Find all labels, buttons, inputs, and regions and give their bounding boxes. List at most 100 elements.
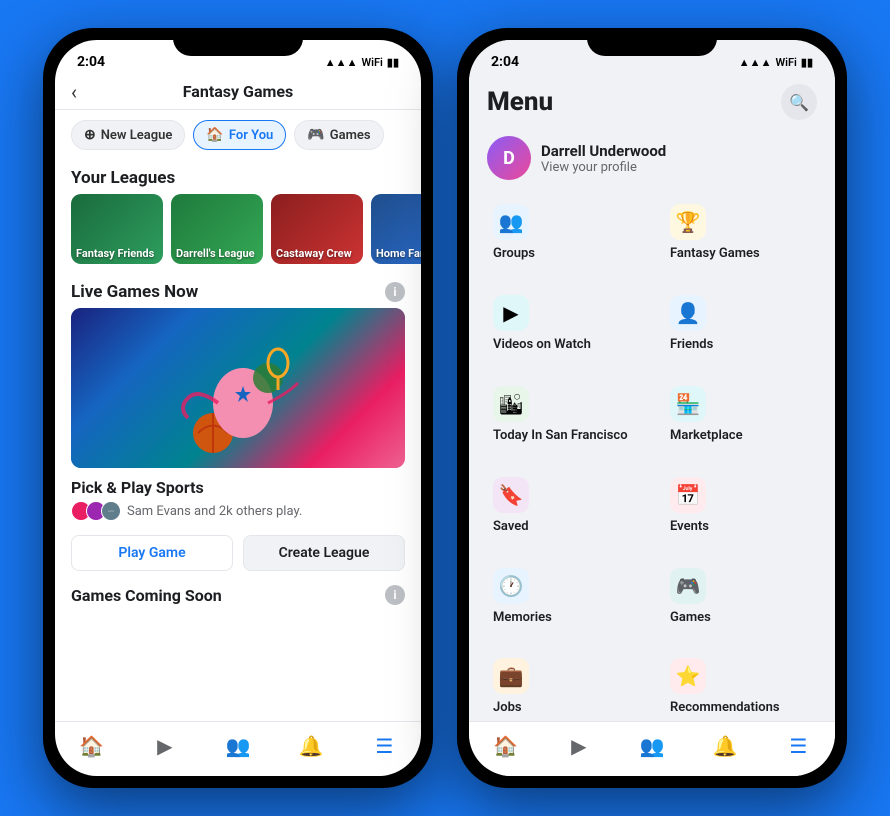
bottom-nav-left: 🏠 ▶ 👥 🔔 ☰: [55, 721, 421, 776]
menu-item-groups[interactable]: 👥 Groups: [479, 192, 648, 275]
status-icons-left: ▲▲▲ WiFi ▮▮: [325, 56, 399, 69]
profile-row[interactable]: D Darrell Underwood View your profile: [469, 128, 835, 192]
play-game-button[interactable]: Play Game: [71, 535, 233, 571]
notch-right: [587, 28, 717, 56]
videos-on-watch-label: Videos on Watch: [493, 337, 634, 354]
tab-new-league[interactable]: ⊕ New League: [71, 120, 185, 150]
league-card-1[interactable]: Darrell's League: [171, 194, 263, 264]
tabs-row: ⊕ New League 🏠 For You 🎮 Games: [55, 110, 421, 160]
videos-on-watch-icon: ▶: [493, 295, 529, 331]
your-leagues-title: Your Leagues: [55, 160, 421, 194]
groups-label: Groups: [493, 246, 634, 263]
nav-watch-right[interactable]: ▶: [565, 732, 593, 760]
game-buttons: Play Game Create League: [55, 527, 421, 579]
menu-item-saved[interactable]: 🔖 Saved: [479, 465, 648, 548]
memories-label: Memories: [493, 610, 634, 627]
today-sf-icon: 🏙: [493, 386, 529, 422]
notch: [173, 28, 303, 56]
league-label-1: Darrell's League: [171, 243, 260, 264]
games-menu-label: Games: [670, 610, 811, 627]
for-you-icon: 🏠: [206, 127, 223, 143]
menu-item-games[interactable]: 🎮 Games: [656, 556, 825, 639]
nav-groups-right[interactable]: 👥: [638, 732, 666, 760]
events-label: Events: [670, 519, 811, 536]
menu-item-today-sf[interactable]: 🏙 Today In San Francisco: [479, 374, 648, 457]
menu-item-friends[interactable]: 👤 Friends: [656, 283, 825, 366]
league-card-0[interactable]: Fantasy Friends: [71, 194, 163, 264]
left-phone: 2:04 ▲▲▲ WiFi ▮▮ ‹ Fantasy Games ⊕ New L…: [43, 28, 433, 788]
game-players: ··· Sam Evans and 2k others play.: [71, 501, 405, 521]
profile-sub: View your profile: [541, 160, 666, 175]
menu-item-fantasy-games[interactable]: 🏆 Fantasy Games: [656, 192, 825, 275]
marketplace-label: Marketplace: [670, 428, 811, 445]
create-league-button[interactable]: Create League: [243, 535, 405, 571]
nav-home-left[interactable]: 🏠: [78, 732, 106, 760]
nav-notifications-left[interactable]: 🔔: [297, 732, 325, 760]
league-label-0: Fantasy Friends: [71, 243, 159, 264]
jobs-icon: 💼: [493, 658, 529, 694]
nav-menu-right[interactable]: ☰: [784, 732, 812, 760]
memories-icon: 🕐: [493, 568, 529, 604]
profile-avatar: D: [487, 136, 531, 180]
menu-grid: 👥 Groups 🏆 Fantasy Games ▶ Videos on Wat…: [469, 192, 835, 721]
league-card-2[interactable]: Castaway Crew: [271, 194, 363, 264]
friends-label: Friends: [670, 337, 811, 354]
league-label-2: Castaway Crew: [271, 243, 357, 264]
fantasy-games-label: Fantasy Games: [670, 246, 811, 263]
right-phone: 2:04 ▲▲▲ WiFi ▮▮ Menu 🔍 D Darrell Underw…: [457, 28, 847, 788]
leagues-scroll: Fantasy Friends Darrell's League Castawa…: [55, 194, 421, 276]
groups-icon: 👥: [493, 204, 529, 240]
tab-games[interactable]: 🎮 Games: [294, 120, 383, 150]
live-games-header: Live Games Now i: [55, 276, 421, 308]
coming-soon-info-icon[interactable]: i: [385, 585, 405, 605]
menu-item-marketplace[interactable]: 🏪 Marketplace: [656, 374, 825, 457]
new-league-icon: ⊕: [84, 127, 96, 143]
status-icons-right: ▲▲▲ WiFi ▮▮: [739, 56, 813, 69]
menu-item-videos-on-watch[interactable]: ▶ Videos on Watch: [479, 283, 648, 366]
signal-icon-right: ▲▲▲: [739, 56, 772, 69]
friends-icon: 👤: [670, 295, 706, 331]
nav-groups-left[interactable]: 👥: [224, 732, 252, 760]
menu-title: Menu: [487, 87, 553, 117]
nav-watch-left[interactable]: ▶: [151, 732, 179, 760]
jobs-label: Jobs: [493, 700, 634, 717]
game-name: Pick & Play Sports: [71, 478, 405, 497]
bottom-nav-right: 🏠 ▶ 👥 🔔 ☰: [469, 721, 835, 776]
games-menu-icon: 🎮: [670, 568, 706, 604]
menu-item-events[interactable]: 📅 Events: [656, 465, 825, 548]
avatar-3: ···: [101, 501, 121, 521]
nav-home-right[interactable]: 🏠: [492, 732, 520, 760]
tab-for-you[interactable]: 🏠 For You: [193, 120, 286, 150]
menu-item-jobs[interactable]: 💼 Jobs: [479, 646, 648, 721]
back-button[interactable]: ‹: [71, 80, 77, 104]
today-sf-label: Today In San Francisco: [493, 428, 634, 445]
league-card-3[interactable]: Home Fans: [371, 194, 421, 264]
profile-info: Darrell Underwood View your profile: [541, 142, 666, 175]
menu-item-memories[interactable]: 🕐 Memories: [479, 556, 648, 639]
wifi-icon-right: WiFi: [775, 56, 796, 69]
events-icon: 📅: [670, 477, 706, 513]
games-coming-soon: Games Coming Soon i: [55, 579, 421, 611]
game-image: [71, 308, 405, 468]
status-time-right: 2:04: [491, 54, 519, 70]
recommendations-label: Recommendations: [670, 700, 811, 717]
saved-label: Saved: [493, 519, 634, 536]
search-button[interactable]: 🔍: [781, 84, 817, 120]
menu-item-recommendations[interactable]: ⭐ Recommendations: [656, 646, 825, 721]
tab-games-label: Games: [330, 128, 371, 143]
nav-menu-left[interactable]: ☰: [370, 732, 398, 760]
marketplace-icon: 🏪: [670, 386, 706, 422]
saved-icon: 🔖: [493, 477, 529, 513]
live-games-title: Live Games Now: [71, 282, 198, 302]
info-icon[interactable]: i: [385, 282, 405, 302]
fantasy-games-header: ‹ Fantasy Games: [55, 74, 421, 110]
tab-for-you-label: For You: [229, 128, 273, 143]
nav-notifications-right[interactable]: 🔔: [711, 732, 739, 760]
game-info: Pick & Play Sports ··· Sam Evans and 2k …: [55, 468, 421, 527]
games-icon: 🎮: [307, 127, 324, 143]
battery-icon-right: ▮▮: [801, 56, 813, 69]
tab-new-league-label: New League: [101, 128, 173, 143]
league-label-3: Home Fans: [371, 243, 421, 264]
players-text: Sam Evans and 2k others play.: [127, 504, 302, 519]
status-time-left: 2:04: [77, 54, 105, 70]
